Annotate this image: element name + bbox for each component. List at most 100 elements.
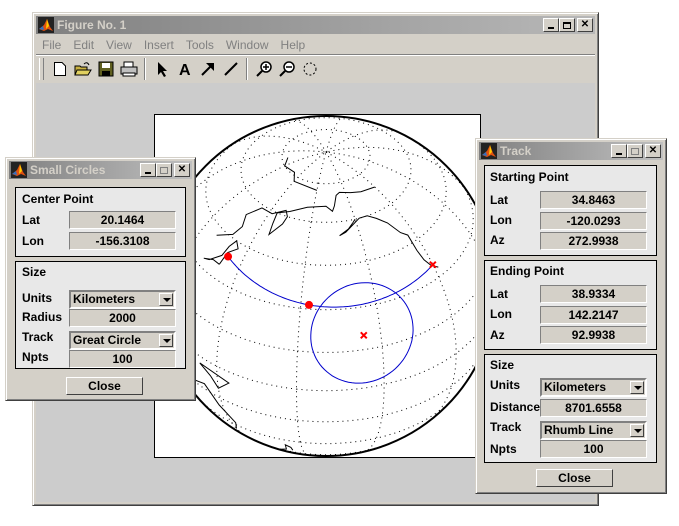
meridian-line — [325, 129, 403, 153]
end-az-field[interactable]: 92.9938 — [540, 326, 647, 344]
units-select[interactable]: Kilometers — [540, 378, 647, 397]
start-az-field[interactable]: 272.9938 — [540, 232, 647, 250]
ending-point-title: Ending Point — [490, 264, 564, 278]
center-point-title: Center Point — [22, 192, 94, 206]
chevron-down-icon[interactable] — [159, 334, 173, 347]
insert-arrow-button[interactable] — [196, 58, 219, 80]
close-icon: ✕ — [177, 164, 187, 175]
new-file-button[interactable] — [48, 58, 71, 80]
track-select[interactable]: Great Circle — [69, 331, 176, 350]
print-button[interactable] — [117, 58, 140, 80]
zoom-out-button[interactable] — [275, 58, 298, 80]
lon-label: Lon — [22, 234, 44, 248]
az-label: Az — [490, 328, 505, 342]
svg-text:A: A — [179, 62, 191, 77]
units-value: Kilometers — [73, 292, 136, 306]
units-label: Units — [22, 291, 52, 305]
rotate-button[interactable] — [298, 58, 321, 80]
menu-bar: File Edit View Insert Tools Window Help — [36, 35, 595, 55]
radius-field[interactable]: 2000 — [69, 309, 176, 327]
coastline — [199, 362, 230, 389]
chevron-down-icon[interactable] — [630, 381, 644, 394]
track-select[interactable]: Rhumb Line — [540, 421, 647, 440]
minimize-button[interactable] — [140, 163, 156, 177]
center-lat-field[interactable]: 20.1464 — [69, 211, 176, 229]
lon-label: Lon — [490, 307, 512, 321]
chevron-down-icon[interactable] — [159, 293, 173, 306]
open-button[interactable] — [71, 58, 94, 80]
close-icon: ✕ — [580, 19, 590, 30]
menu-insert[interactable]: Insert — [138, 38, 180, 52]
minimize-icon — [548, 27, 554, 29]
start-lon-field[interactable]: -120.0293 — [540, 212, 647, 230]
figure-titlebar[interactable]: Figure No. 1 ✕ — [36, 16, 595, 34]
track-titlebar[interactable]: Track ✕ — [479, 142, 663, 160]
close-dialog-button[interactable]: Close — [66, 377, 143, 395]
toolbar: A — [36, 56, 595, 82]
intersection-marker — [305, 300, 314, 309]
figure-title: Figure No. 1 — [57, 18, 127, 32]
end-lat-field[interactable]: 38.9334 — [540, 285, 647, 303]
menu-window[interactable]: Window — [220, 38, 275, 52]
npts-field[interactable]: 100 — [69, 350, 176, 368]
insert-line-button[interactable] — [219, 58, 242, 80]
globe-map[interactable] — [155, 115, 497, 457]
distance-field[interactable]: 8701.6558 — [540, 399, 647, 417]
units-select[interactable]: Kilometers — [69, 290, 176, 309]
center-lon-field[interactable]: -156.3108 — [69, 232, 176, 250]
parallel-line — [178, 178, 474, 311]
maximize-button[interactable] — [627, 144, 643, 158]
minimize-icon — [145, 172, 151, 174]
small-circles-titlebar[interactable]: Small Circles ✕ — [9, 161, 192, 179]
npts-field[interactable]: 100 — [540, 440, 647, 458]
menu-view[interactable]: View — [100, 38, 138, 52]
npts-label: Npts — [22, 350, 49, 364]
meridian-line — [216, 151, 327, 438]
arrow-icon — [200, 63, 214, 76]
minimize-button[interactable] — [543, 18, 559, 32]
toolbar-grip[interactable] — [39, 58, 44, 80]
track-size-panel: Size Units Kilometers Distance 8701.6558… — [484, 354, 657, 463]
minimize-button[interactable] — [611, 144, 627, 158]
maximize-icon — [160, 166, 168, 174]
close-button[interactable]: ✕ — [577, 18, 593, 32]
select-arrow-icon — [157, 62, 167, 77]
close-dialog-button[interactable]: Close — [536, 469, 613, 487]
save-button[interactable] — [94, 58, 117, 80]
ending-point-panel: Ending Point Lat 38.9334 Lon 142.2147 Az… — [484, 260, 657, 350]
select-button[interactable] — [150, 58, 173, 80]
small-circles-window: Small Circles ✕ Center Point Lat 20.1464… — [5, 157, 196, 401]
parallel-line — [205, 134, 447, 266]
map-axes[interactable] — [154, 114, 497, 458]
parallel-line — [155, 289, 497, 392]
maximize-button[interactable] — [156, 163, 172, 177]
maximize-icon — [563, 21, 571, 29]
track-window: Track ✕ Starting Point Lat 34.8463 Lon -… — [475, 138, 667, 494]
end-lon-field[interactable]: 142.2147 — [540, 306, 647, 324]
matlab-logo-icon — [38, 17, 54, 33]
menu-file[interactable]: File — [36, 38, 67, 52]
coastline — [216, 186, 375, 236]
menu-tools[interactable]: Tools — [180, 38, 220, 52]
close-icon: ✕ — [648, 145, 658, 156]
chevron-down-icon[interactable] — [630, 424, 644, 437]
radius-label: Radius — [22, 310, 63, 324]
toolbar-separator — [144, 58, 146, 80]
close-button[interactable]: ✕ — [174, 163, 190, 177]
insert-text-button[interactable]: A — [173, 58, 196, 80]
size-panel: Size Units Kilometers Radius 2000 Track … — [15, 261, 186, 369]
open-folder-icon — [73, 62, 92, 76]
parallel-line — [251, 438, 401, 456]
minimize-icon — [616, 153, 622, 155]
save-icon — [98, 61, 113, 77]
zoom-in-button[interactable] — [252, 58, 275, 80]
maximize-icon — [631, 147, 639, 155]
close-button[interactable]: ✕ — [645, 144, 661, 158]
start-lat-field[interactable]: 34.8463 — [540, 191, 647, 209]
menu-edit[interactable]: Edit — [67, 38, 100, 52]
menu-help[interactable]: Help — [275, 38, 312, 52]
maximize-button[interactable] — [559, 18, 575, 32]
parallel-line — [161, 230, 491, 353]
circle-center-marker — [360, 331, 368, 340]
track-value: Great Circle — [73, 333, 142, 347]
